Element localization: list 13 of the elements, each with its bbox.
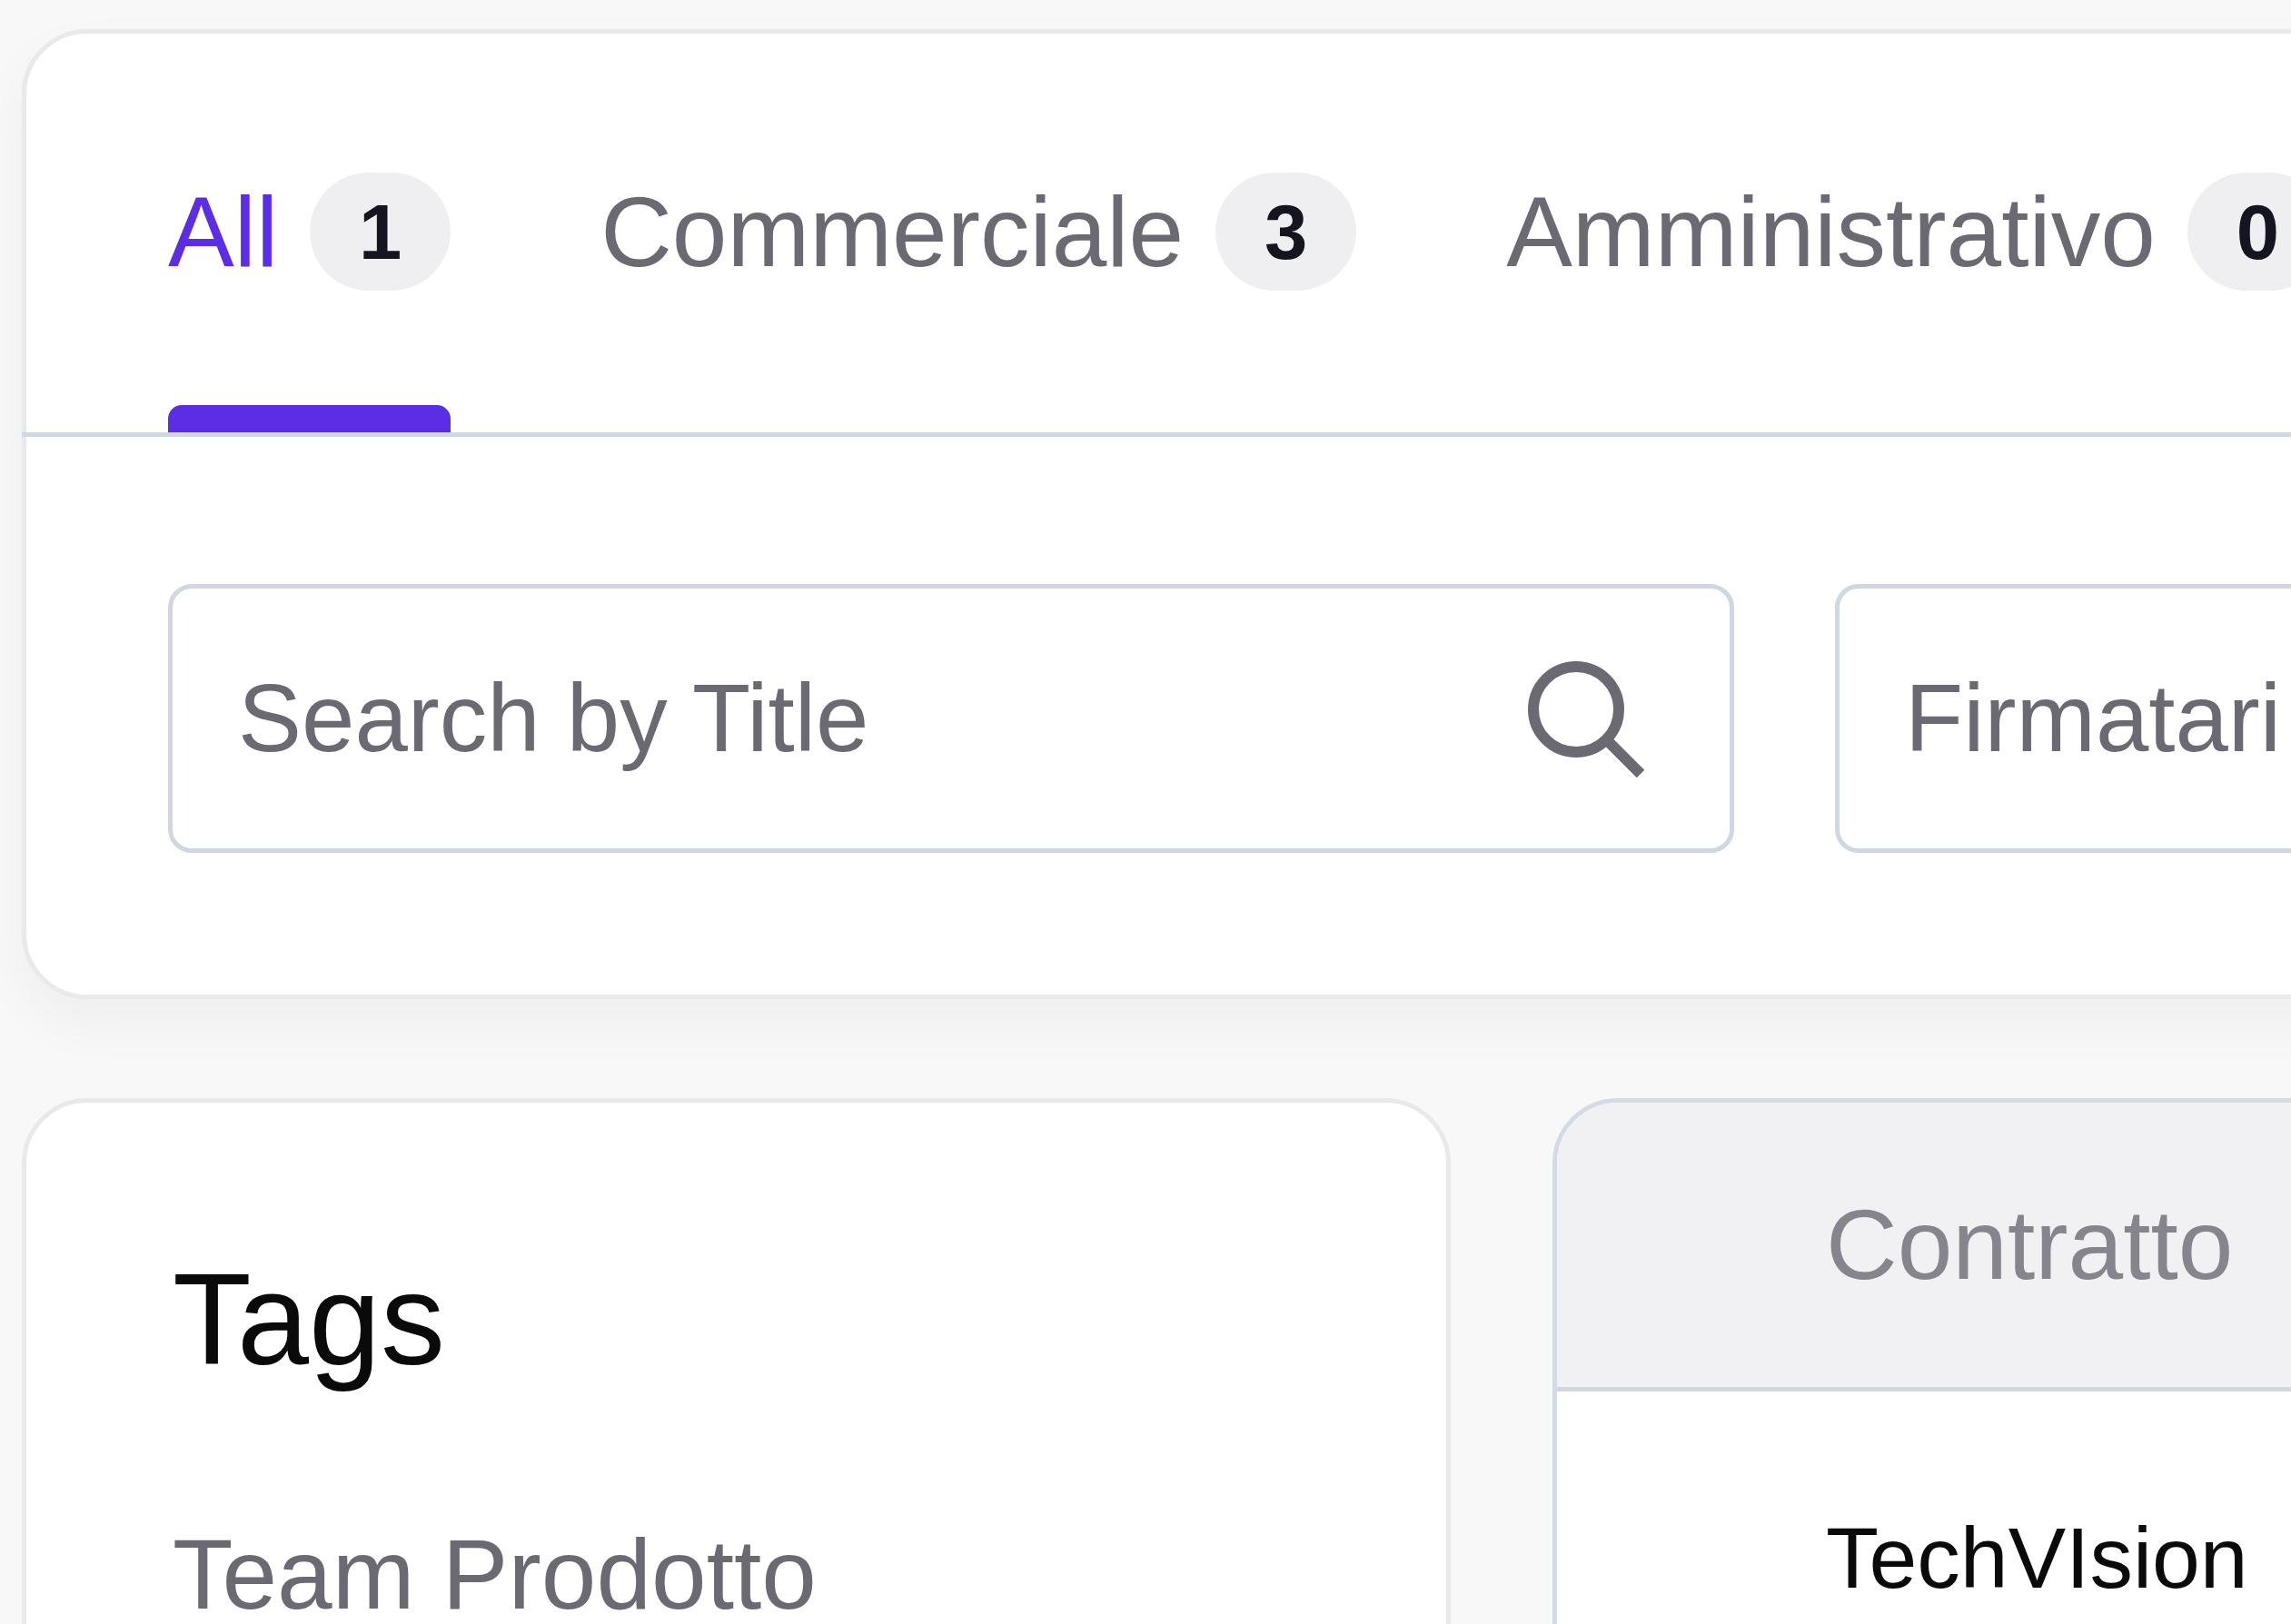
select-field[interactable]: Firmatari: [1835, 584, 2291, 853]
table-cell: TechVIsion: [1826, 1515, 2248, 1601]
count-badge: 0: [2187, 173, 2291, 291]
panel-title: Tags: [173, 1246, 445, 1393]
tab[interactable]: Amministrativo 0: [1506, 34, 2291, 432]
column-header: Contratto: [1826, 1195, 2234, 1294]
search-field[interactable]: Search by Title: [168, 584, 1734, 853]
count-badge: 1: [310, 173, 451, 291]
search-icon: [1526, 659, 1644, 777]
tab[interactable]: All 1: [168, 34, 451, 432]
count-badge: 3: [1215, 173, 1357, 291]
tag-item[interactable]: Team Prodotto: [173, 1525, 817, 1624]
tab[interactable]: Commerciale 3: [600, 34, 1357, 432]
